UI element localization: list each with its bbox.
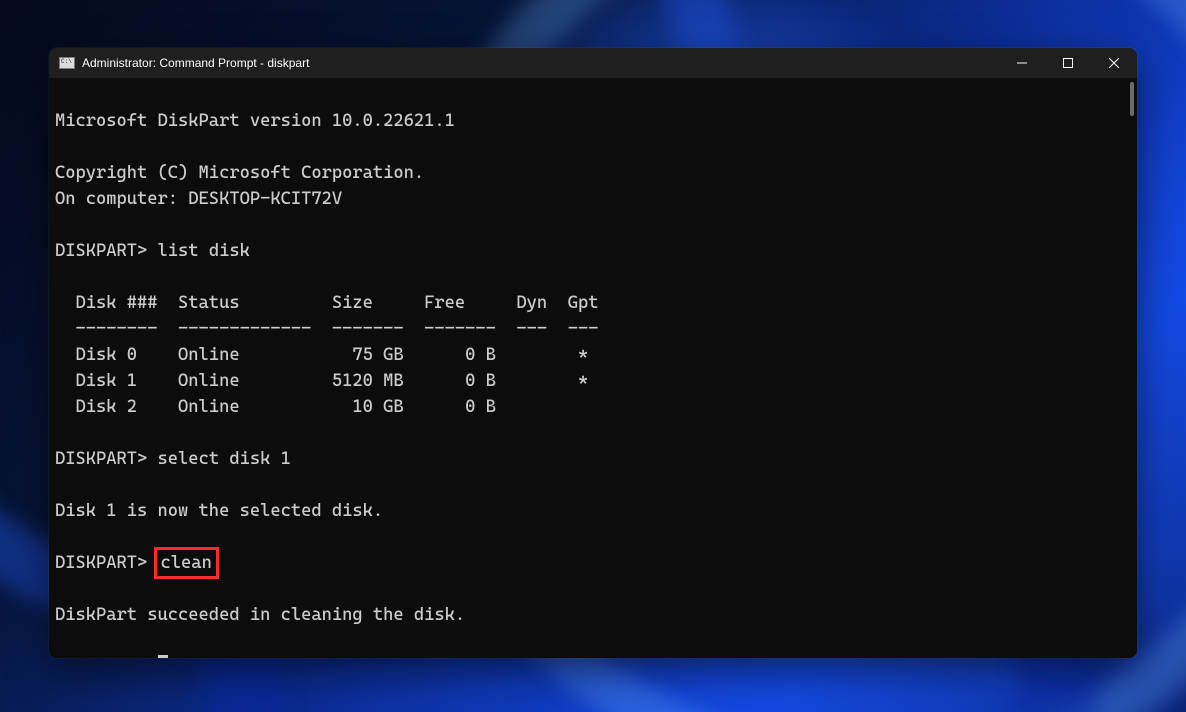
table-header: Disk ### Status Size Free Dyn Gpt: [55, 293, 598, 313]
command-text: clean: [161, 553, 212, 573]
maximize-icon: [1063, 58, 1073, 68]
prompt-line: DISKPART> list disk: [55, 241, 250, 261]
close-icon: [1109, 58, 1119, 68]
terminal-output[interactable]: Microsoft DiskPart version 10.0.22621.1 …: [49, 78, 1137, 658]
minimize-button[interactable]: [999, 48, 1045, 78]
table-row: Disk 2 Online 10 GB 0 B: [55, 397, 496, 417]
text-cursor: [158, 655, 168, 658]
table-row: Disk 1 Online 5120 MB 0 B *: [55, 371, 588, 391]
window-controls: [999, 48, 1137, 78]
window-title: Administrator: Command Prompt - diskpart: [82, 56, 999, 70]
close-button[interactable]: [1091, 48, 1137, 78]
scrollbar[interactable]: [1123, 78, 1137, 658]
command-text: list disk: [158, 241, 250, 261]
output-line: Copyright (C) Microsoft Corporation.: [55, 163, 424, 183]
output-line: On computer: DESKTOP-KCIT72V: [55, 189, 342, 209]
titlebar[interactable]: C:\ Administrator: Command Prompt - disk…: [49, 48, 1137, 78]
scrollbar-thumb[interactable]: [1130, 82, 1134, 116]
output-line: Microsoft DiskPart version 10.0.22621.1: [55, 111, 455, 131]
command-prompt-window: C:\ Administrator: Command Prompt - disk…: [49, 48, 1137, 658]
prompt: DISKPART>: [55, 553, 158, 573]
prompt: DISKPART>: [55, 449, 158, 469]
prompt-line: DISKPART>: [55, 657, 168, 658]
table-row: Disk 0 Online 75 GB 0 B *: [55, 345, 588, 365]
prompt-line: DISKPART> select disk 1: [55, 449, 291, 469]
table-rule: -------- ------------- ------- ------- -…: [55, 319, 598, 339]
output-line: DiskPart succeeded in cleaning the disk.: [55, 605, 465, 625]
highlighted-command: clean: [154, 547, 219, 579]
maximize-button[interactable]: [1045, 48, 1091, 78]
output-line: Disk 1 is now the selected disk.: [55, 501, 383, 521]
cmd-icon: C:\: [59, 57, 75, 69]
command-text: select disk 1: [158, 449, 291, 469]
prompt-line: DISKPART> clean: [55, 553, 215, 573]
prompt: DISKPART>: [55, 657, 158, 658]
prompt: DISKPART>: [55, 241, 158, 261]
minimize-icon: [1017, 58, 1027, 68]
